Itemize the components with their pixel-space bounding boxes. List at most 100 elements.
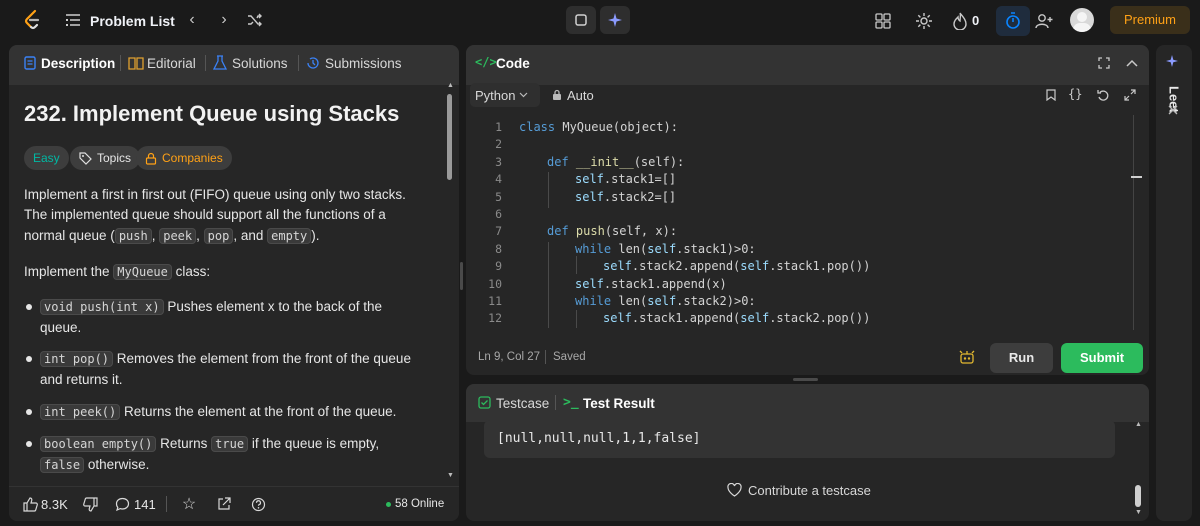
thumbs-down-icon[interactable] (82, 496, 98, 512)
difficulty-badge[interactable]: Easy (24, 146, 69, 170)
code-method: int pop() (40, 351, 114, 367)
text-fragment: Returns (156, 436, 212, 451)
debug-button[interactable] (566, 6, 596, 34)
description-line: Implement the MyQueue class: (24, 262, 210, 282)
code-line[interactable]: self.stack2.append(self.stack1.pop()) (603, 259, 870, 273)
share-icon[interactable] (216, 496, 232, 512)
avatar[interactable] (1070, 8, 1094, 32)
lock-icon (551, 88, 563, 101)
text-fragment: , (196, 228, 204, 243)
tab-test-result[interactable]: Test Result (583, 396, 655, 411)
code-token: len( (618, 242, 648, 256)
star-icon[interactable]: ☆ (181, 496, 197, 513)
code-empty: empty (267, 228, 312, 244)
code-token: .stack2)>0: (676, 294, 756, 308)
layout-icon[interactable] (874, 12, 892, 30)
problem-title: 232. Implement Queue using Stacks (24, 101, 400, 126)
bookmark-icon[interactable] (1045, 88, 1057, 102)
panel-resize-handle[interactable] (793, 378, 818, 381)
code-line[interactable]: def __init__(self): (547, 155, 684, 169)
code-token: self (575, 277, 604, 291)
text-fragment: , and (233, 228, 268, 243)
text-fragment: Removes the element from the front of th… (113, 351, 411, 366)
code-token: self (647, 242, 677, 256)
tab-submissions[interactable]: Submissions (325, 56, 402, 71)
scroll-down-arrow[interactable]: ▼ (447, 472, 454, 479)
text-fragment: normal queue ( (24, 228, 115, 243)
topics-button[interactable]: Topics (70, 146, 141, 170)
description-scrollbar[interactable]: ▲ ▼ (446, 82, 454, 480)
format-braces-icon[interactable]: {} (1068, 87, 1082, 101)
ai-assist-button[interactable] (600, 6, 630, 34)
help-icon[interactable] (250, 496, 266, 512)
settings-gear-icon[interactable] (914, 11, 934, 31)
text-fragment: Pushes element x to the back of the (163, 299, 382, 314)
language-label: Python (475, 87, 516, 103)
problem-list-link[interactable]: Problem List (90, 13, 175, 29)
heart-icon (726, 482, 742, 497)
thumbs-up-icon[interactable] (22, 496, 38, 512)
code-tab-title[interactable]: Code (496, 56, 530, 71)
tab-description[interactable]: Description (41, 56, 115, 71)
next-problem-icon[interactable]: › (216, 11, 232, 29)
language-select[interactable]: Python (470, 83, 540, 107)
code-line[interactable]: self.stack2=[] (575, 190, 676, 204)
bullet-text: boolean empty() Returns true if the queu… (40, 434, 379, 454)
code-line[interactable]: self.stack1=[] (575, 172, 676, 186)
code-myqueue: MyQueue (113, 264, 172, 280)
bullet-dot (26, 409, 32, 415)
contribute-testcase-link[interactable]: Contribute a testcase (748, 483, 871, 498)
tab-solutions[interactable]: Solutions (232, 56, 288, 71)
bullet-text: void push(int x) Pushes element x to the… (40, 297, 382, 317)
online-dot (386, 502, 391, 507)
scroll-up-arrow[interactable]: ▲ (447, 82, 454, 89)
chevron-down-icon (520, 92, 528, 98)
premium-button[interactable]: Premium (1110, 6, 1190, 34)
code-token: (self, x): (604, 224, 678, 238)
bullet-dot (26, 441, 32, 447)
code-token: __init__ (575, 155, 634, 169)
run-button[interactable]: Run (990, 343, 1053, 373)
prev-problem-icon[interactable]: ‹ (184, 11, 200, 29)
code-line[interactable]: while len(self.stack2)>0: (575, 294, 756, 308)
code-token: .stack2.append( (631, 259, 741, 273)
save-status: Saved (553, 351, 586, 363)
code-scrollbar-track[interactable] (1133, 115, 1134, 330)
scroll-thumb[interactable] (447, 94, 452, 180)
tab-editorial[interactable]: Editorial (147, 56, 196, 71)
assistant-bot-icon[interactable] (958, 348, 976, 366)
code-token: MyQueue(object): (562, 120, 678, 134)
timer-button[interactable] (996, 6, 1030, 36)
leetcode-logo[interactable] (21, 9, 43, 31)
list-icon[interactable] (64, 12, 82, 28)
scroll-down-arrow[interactable]: ▼ (1135, 509, 1142, 516)
reset-icon[interactable] (1096, 88, 1110, 102)
topics-label: Topics (97, 151, 132, 165)
tab-testcase[interactable]: Testcase (496, 396, 549, 411)
auto-mode-label[interactable]: Auto (567, 88, 594, 103)
collapse-chevron-icon[interactable] (1125, 56, 1139, 70)
code-line[interactable]: while len(self.stack1)>0: (575, 242, 756, 256)
fire-streak-icon[interactable] (952, 11, 968, 31)
bullet-text: int pop() Removes the element from the f… (40, 349, 411, 369)
code-line[interactable]: self.stack1.append(x) (575, 277, 727, 291)
submit-button[interactable]: Submit (1061, 343, 1143, 373)
scroll-thumb[interactable] (1135, 485, 1141, 507)
bullet-text: false otherwise. (40, 455, 149, 475)
result-scrollbar[interactable]: ▲ ▼ (1133, 421, 1143, 519)
expand-icon[interactable] (1123, 88, 1137, 102)
code-line[interactable]: class MyQueue(object): (519, 120, 678, 134)
flask-icon (212, 54, 228, 72)
code-line[interactable]: self.stack1.append(self.stack2.pop()) (603, 311, 870, 325)
companies-button[interactable]: Companies (136, 146, 232, 170)
close-icon[interactable] (1166, 103, 1180, 117)
maximize-icon[interactable] (1097, 56, 1111, 70)
code-token: self (740, 259, 770, 273)
comment-icon[interactable] (114, 496, 130, 512)
add-user-icon[interactable] (1034, 11, 1054, 31)
scroll-up-arrow[interactable]: ▲ (1135, 421, 1142, 428)
line-number: 3 (495, 155, 502, 169)
shuffle-icon[interactable] (246, 12, 264, 28)
vertical-resize-handle[interactable] (460, 262, 463, 290)
code-line[interactable]: def push(self, x): (547, 224, 677, 238)
